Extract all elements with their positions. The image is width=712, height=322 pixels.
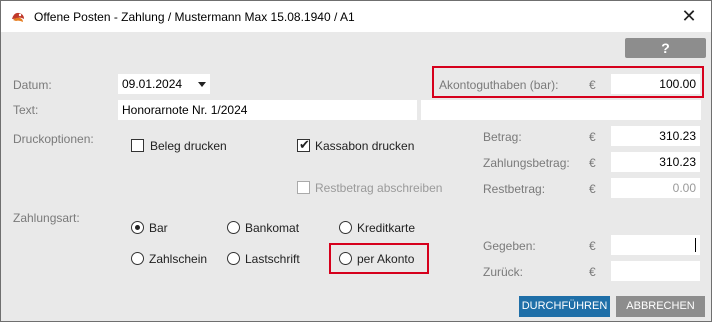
zurueck-field[interactable]: [611, 261, 700, 281]
zurueck-label: Zurück:: [483, 265, 524, 279]
radio-bankomat[interactable]: [227, 221, 240, 234]
zurueck-currency: €: [589, 265, 596, 279]
betrag-field[interactable]: 310.23: [611, 126, 700, 146]
restbetrag-field[interactable]: 0.00: [611, 178, 700, 198]
druckoptionen-label: Druckoptionen:: [13, 132, 94, 146]
close-icon: ✕: [681, 6, 697, 26]
radio-kreditkarte-label[interactable]: Kreditkarte: [357, 221, 415, 235]
app-logo-icon: [12, 12, 24, 22]
akonto-label: Akontoguthaben (bar):: [439, 78, 559, 92]
radio-bankomat-label[interactable]: Bankomat: [245, 221, 299, 235]
dialog-footer: DURCHFÜHREN ABBRECHEN: [1, 292, 711, 321]
radio-lastschrift[interactable]: [227, 252, 240, 265]
akonto-currency: €: [589, 78, 596, 92]
dialog-content: ? Datum: 09.01.2024 Akontoguthaben (bar)…: [1, 32, 711, 292]
restbetrag-label: Restbetrag:: [483, 182, 546, 196]
gegeben-label: Gegeben:: [483, 239, 536, 253]
cancel-button[interactable]: ABBRECHEN: [616, 296, 705, 317]
text-input-extra[interactable]: [421, 100, 701, 120]
chevron-down-icon: [198, 82, 206, 87]
text-label: Text:: [13, 103, 39, 117]
close-button[interactable]: ✕: [667, 1, 711, 32]
title-bar: Offene Posten - Zahlung / Mustermann Max…: [1, 1, 711, 32]
betrag-currency: €: [589, 130, 596, 144]
radio-bar-label[interactable]: Bar: [149, 221, 168, 235]
radio-zahlschein[interactable]: [131, 252, 144, 265]
radio-per-akonto-label[interactable]: per Akonto: [357, 252, 414, 266]
execute-button[interactable]: DURCHFÜHREN: [519, 296, 610, 317]
text-cursor: [695, 238, 696, 252]
datum-dropdown[interactable]: 09.01.2024: [118, 74, 210, 94]
akonto-amount-field[interactable]: 100.00: [611, 74, 700, 94]
zahlungsbetrag-label: Zahlungsbetrag:: [483, 156, 570, 170]
kassabon-label[interactable]: Kassabon drucken: [315, 139, 414, 153]
checkmark-icon: ✔: [299, 137, 310, 152]
restbetrag-abschreiben-checkbox[interactable]: [297, 181, 310, 194]
gegeben-field[interactable]: [611, 235, 700, 255]
gegeben-currency: €: [589, 239, 596, 253]
zahlungsart-label: Zahlungsart:: [13, 211, 80, 225]
radio-lastschrift-label[interactable]: Lastschrift: [245, 252, 300, 266]
radio-bar[interactable]: [131, 221, 144, 234]
beleg-checkbox[interactable]: [131, 139, 144, 152]
payment-dialog: Offene Posten - Zahlung / Mustermann Max…: [0, 0, 712, 322]
restbetrag-abschreiben-label[interactable]: Restbetrag abschreiben: [315, 181, 442, 195]
window-title: Offene Posten - Zahlung / Mustermann Max…: [34, 10, 355, 24]
zahlungsbetrag-currency: €: [589, 156, 596, 170]
restbetrag-currency: €: [589, 182, 596, 196]
kassabon-checkbox[interactable]: ✔: [297, 137, 310, 152]
radio-per-akonto[interactable]: [339, 252, 352, 265]
betrag-label: Betrag:: [483, 130, 522, 144]
zahlungsbetrag-field[interactable]: 310.23: [611, 152, 700, 172]
text-input[interactable]: Honorarnote Nr. 1/2024: [118, 100, 417, 120]
radio-zahlschein-label[interactable]: Zahlschein: [149, 252, 207, 266]
radio-selected-dot: [135, 225, 140, 230]
datum-value: 09.01.2024: [122, 77, 183, 91]
radio-kreditkarte[interactable]: [339, 221, 352, 234]
datum-label: Datum:: [13, 78, 52, 92]
help-button[interactable]: ?: [625, 38, 706, 58]
beleg-label[interactable]: Beleg drucken: [150, 139, 227, 153]
